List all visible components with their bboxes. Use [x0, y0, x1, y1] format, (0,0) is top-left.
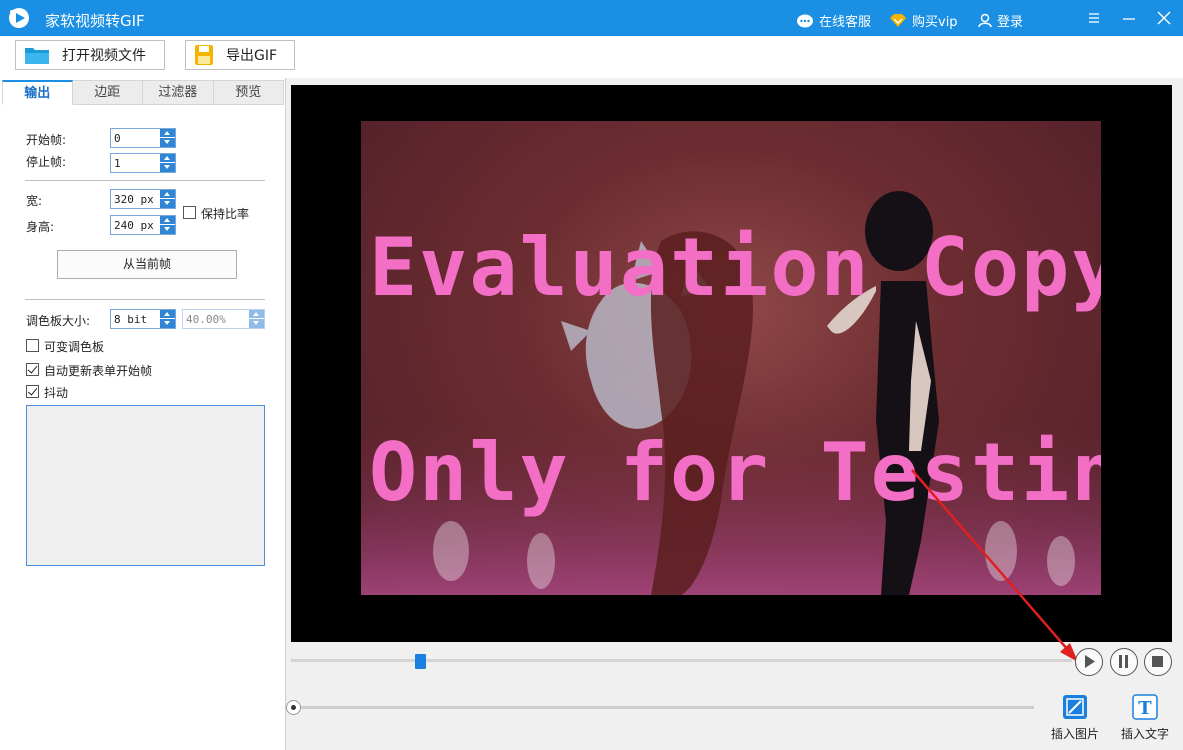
timeline-track[interactable] — [292, 706, 1034, 709]
insert-text-button[interactable]: T 插入文字 — [1115, 694, 1175, 744]
stop-button[interactable] — [1144, 648, 1172, 676]
stop-icon — [1152, 656, 1163, 667]
pause-button[interactable] — [1110, 648, 1138, 676]
insert-image-label: 插入图片 — [1050, 727, 1099, 741]
play-icon — [1085, 655, 1095, 668]
insert-text-label: 插入文字 — [1120, 727, 1169, 741]
timeline-knob[interactable] — [286, 700, 301, 715]
insert-image-icon — [1063, 695, 1087, 719]
insert-text-icon: T — [1132, 694, 1158, 720]
pause-icon — [1119, 655, 1128, 668]
svg-text:T: T — [1138, 698, 1152, 719]
playback-progress-thumb[interactable] — [414, 654, 426, 669]
play-button[interactable] — [1075, 648, 1103, 676]
annotation-arrow — [911, 469, 1078, 662]
insert-image-button[interactable]: 插入图片 — [1045, 694, 1105, 744]
playback-progress-track[interactable] — [291, 659, 1072, 662]
